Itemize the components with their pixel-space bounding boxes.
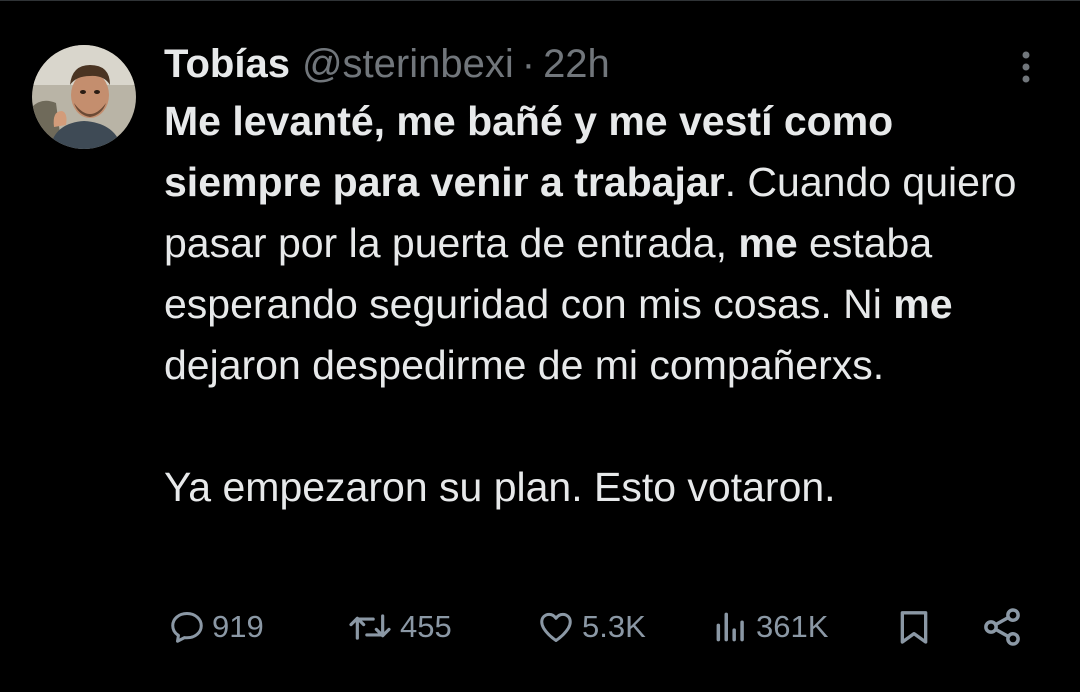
share-button[interactable] <box>980 601 1024 653</box>
retweet-icon <box>349 614 391 640</box>
tweet-text-segment: dejaron despedirme de mi compañerxs. <box>164 342 885 388</box>
like-button[interactable]: 5.3K <box>536 601 646 653</box>
more-vertical-icon <box>1022 51 1030 83</box>
views-icon <box>716 612 744 642</box>
view-count: 361K <box>756 609 829 644</box>
tweet-highlight: me <box>738 220 798 266</box>
reply-icon <box>171 612 203 643</box>
retweet-count: 455 <box>400 609 452 644</box>
like-count: 5.3K <box>582 609 646 644</box>
reply-button[interactable]: 919 <box>168 601 264 653</box>
retweet-button[interactable]: 455 <box>346 601 452 653</box>
avatar-photo <box>32 45 136 149</box>
tweet-highlight: me <box>893 281 953 327</box>
tweet-header: Tobías @sterinbexi · 22h <box>164 39 610 89</box>
author-handle[interactable]: @sterinbexi <box>302 39 514 89</box>
heart-icon <box>540 612 572 642</box>
tweet-text: Me levanté, me bañé y me vestí como siem… <box>164 91 1054 518</box>
bookmark-icon <box>900 611 928 644</box>
tweet-actions: 919 455 5.3K 361K <box>0 601 1080 653</box>
tweet-timestamp[interactable]: 22h <box>543 39 610 89</box>
reply-count: 919 <box>212 609 264 644</box>
tweet-paragraph-2: Ya empezaron su plan. Esto votaron. <box>164 464 836 510</box>
share-icon <box>984 608 1020 646</box>
bookmark-button[interactable] <box>894 601 934 653</box>
author-name[interactable]: Tobías <box>164 39 290 89</box>
more-options-button[interactable] <box>1010 47 1042 87</box>
header-separator: · <box>521 42 536 86</box>
tweet-paragraph-1: Me levanté, me bañé y me vestí como siem… <box>164 91 1054 396</box>
tweet: Tobías @sterinbexi · 22h Me levanté, me … <box>0 0 1080 692</box>
avatar[interactable] <box>32 45 136 149</box>
views-button[interactable]: 361K <box>712 601 828 653</box>
